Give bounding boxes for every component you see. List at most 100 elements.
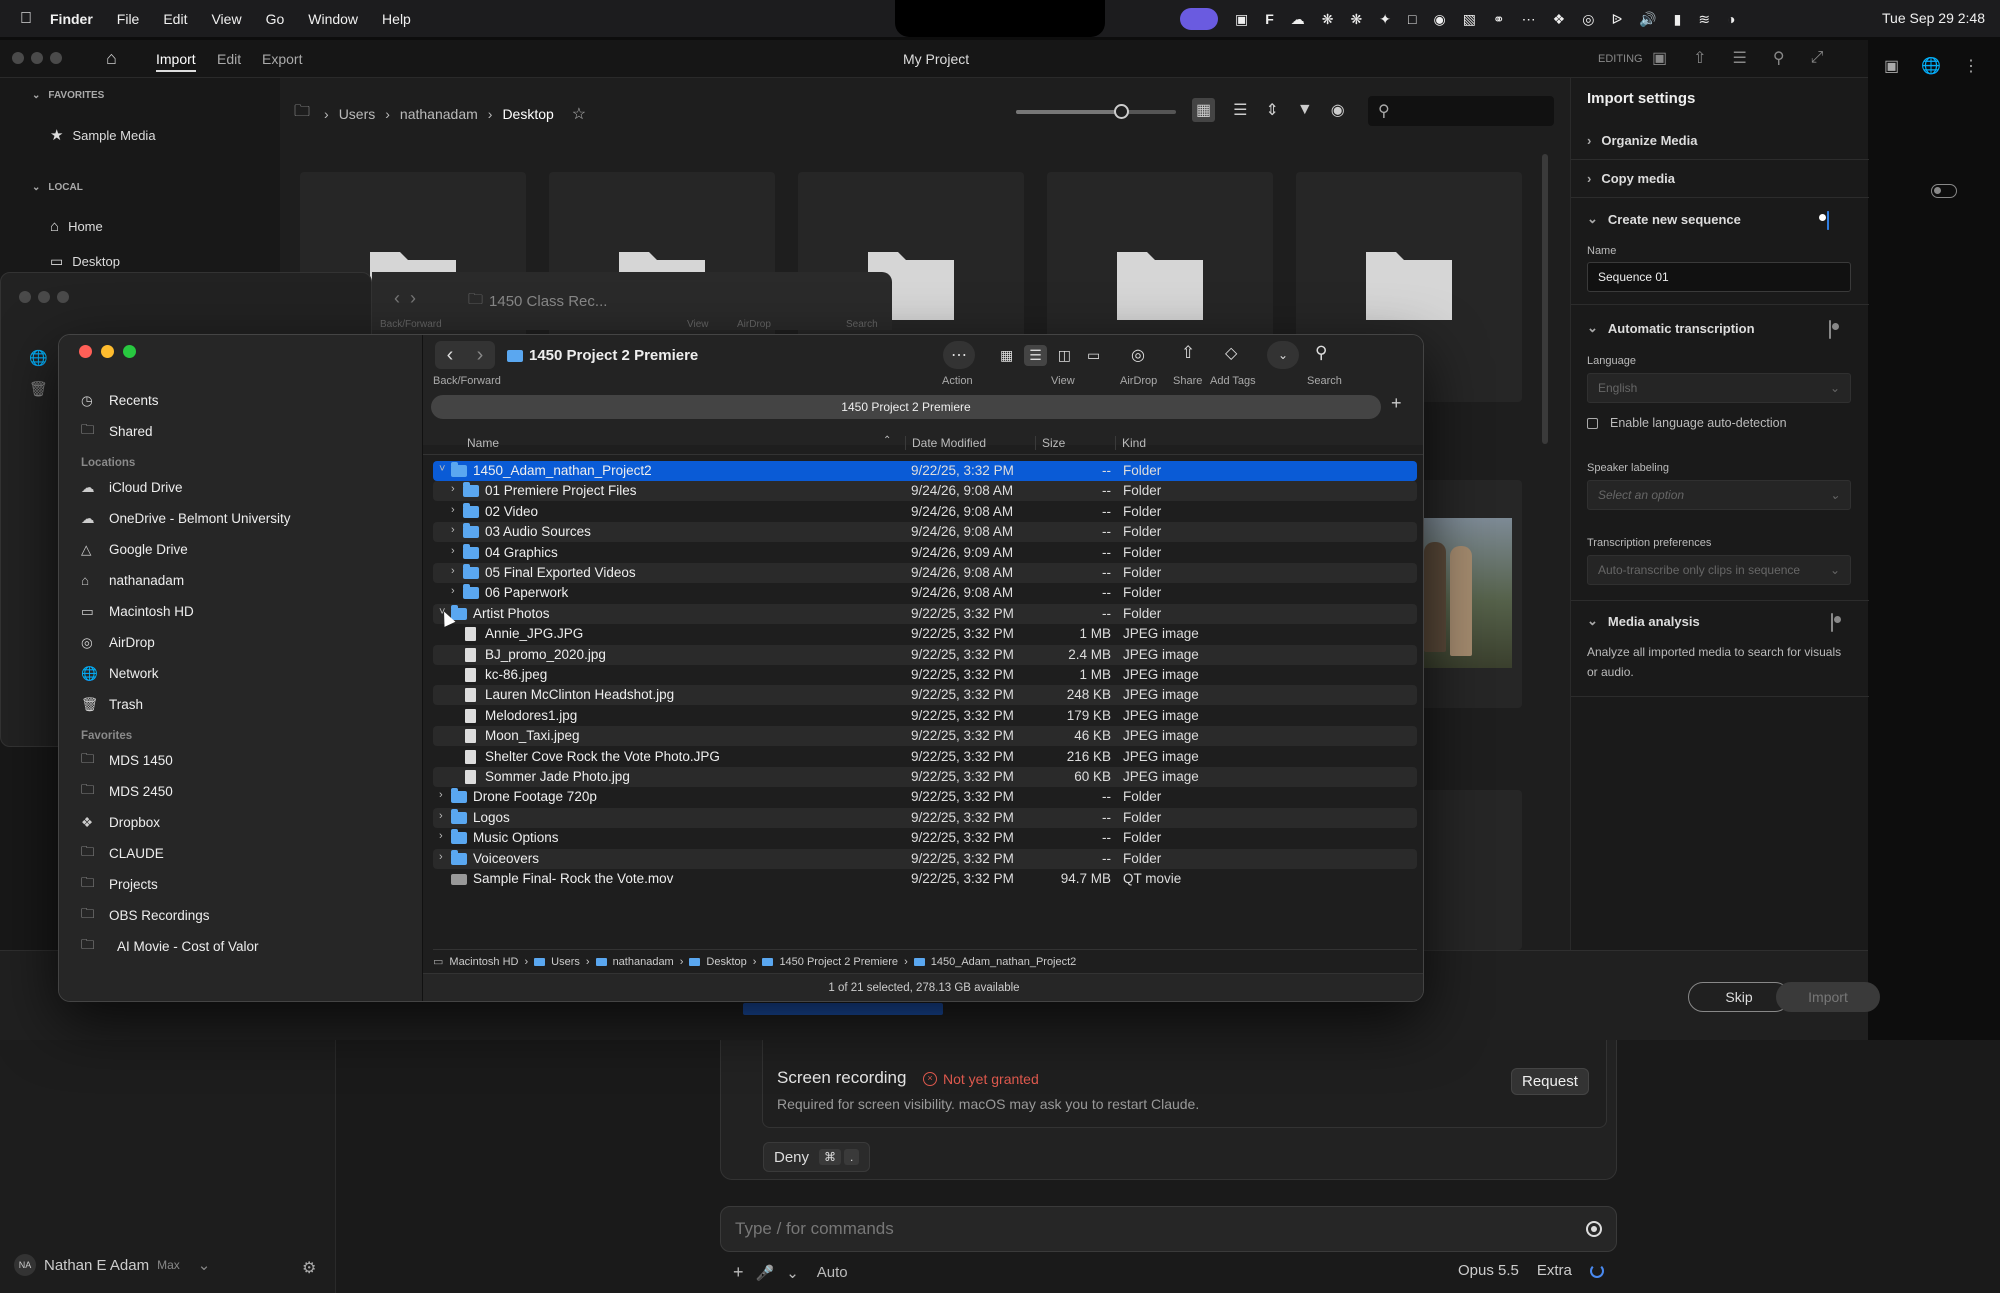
sidebar-item-obs-recordings[interactable]: 🗀 OBS Recordings <box>81 900 411 931</box>
zoom-slider[interactable] <box>1016 104 1176 119</box>
screen-share-icon[interactable] <box>1180 8 1218 30</box>
wifi-icon[interactable]: ≋ <box>1698 11 1710 28</box>
list-view-icon[interactable]: ☰ <box>1024 344 1047 366</box>
grid-view-icon[interactable]: ▦ <box>1192 98 1216 122</box>
column-view-icon[interactable]: ◫ <box>1053 345 1076 366</box>
sidebar-item-dropbox[interactable]: ❖ Dropbox <box>81 807 411 838</box>
table-row[interactable]: › Drone Footage 720p 9/22/25, 3:32 PM -- Fol… <box>433 787 1417 807</box>
sidebar-item-desktop[interactable]: ▭ Desktop <box>50 253 120 270</box>
back-button[interactable]: ‹ <box>435 344 465 367</box>
sidebar-item-home[interactable]: ⌂ Home <box>50 218 103 235</box>
table-row[interactable]: › 01 Premiere Project Files 9/24/26, 9:08 … <box>433 481 1417 502</box>
trans-pref-select[interactable]: Auto-transcribe only clips in sequence ⌄ <box>1587 555 1851 585</box>
chevron-down-icon[interactable]: ⌄ <box>786 1264 799 1282</box>
column-size[interactable]: Size <box>1035 436 1065 450</box>
more-menu-button[interactable]: ⌄ <box>1267 341 1299 369</box>
expand-icon[interactable]: ⤢ <box>1811 49 1824 67</box>
menu-window[interactable]: Window <box>308 11 358 27</box>
menu-edit[interactable]: Edit <box>163 11 187 27</box>
panel-icon[interactable]: ▣ <box>1884 56 1899 76</box>
import-button[interactable]: Import <box>1776 982 1880 1012</box>
create-sequence-toggle[interactable] <box>1827 211 1829 230</box>
sidebar-item-airdrop[interactable]: ◎ AirDrop <box>81 627 411 658</box>
home-icon[interactable]: ⌂ <box>106 48 117 69</box>
icon-view-icon[interactable]: ▦ <box>995 345 1018 366</box>
sidebar-item-shared[interactable]: 🗀 Shared <box>81 416 411 447</box>
sidebar-item-mds-1450[interactable]: 🗀 MDS 1450 <box>81 745 411 776</box>
copy-media-section[interactable]: › Copy media <box>1571 160 1958 198</box>
table-row[interactable]: › 06 Paperwork 9/24/26, 9:08 AM -- Folder <box>433 583 1417 603</box>
deny-button[interactable]: Deny ⌘ . <box>763 1142 871 1172</box>
sidebar-item-trash[interactable]: 🗑 Trash <box>81 689 411 720</box>
filter-icon[interactable]: ▼ <box>1297 101 1313 119</box>
copy-media-toggle[interactable] <box>1931 183 1958 198</box>
speaker-select[interactable]: Select an option ⌄ <box>1587 480 1851 510</box>
path-macintosh-hd[interactable]: Macintosh HD <box>449 956 518 968</box>
sidebar-item-mds-2450[interactable]: 🗀 MDS 2450 <box>81 776 411 807</box>
request-button[interactable]: Request <box>1511 1068 1589 1095</box>
table-row[interactable]: › Voiceovers 9/22/25, 3:32 PM -- Folder <box>433 848 1417 869</box>
column-date[interactable]: Date Modified <box>905 436 986 450</box>
menu-clock[interactable]: Tue Sep 29 2:48 <box>1882 10 1985 26</box>
scrollbar[interactable] <box>1542 154 1548 444</box>
table-row[interactable]: Annie_JPG.JPG 9/22/25, 3:32 PM 1 MB JPEG im… <box>433 624 1417 644</box>
disclosure-collapsed-icon[interactable]: › <box>439 851 443 863</box>
share-icon[interactable]: ⇧ <box>1693 48 1706 68</box>
drive-icon[interactable]: □ <box>1408 11 1416 27</box>
volume-icon[interactable]: 🔊 <box>1639 11 1656 28</box>
close-button[interactable] <box>79 345 92 358</box>
menu-extra-icon[interactable]: ▣ <box>1235 11 1248 28</box>
table-row[interactable]: Melodores1.jpg 9/22/25, 3:32 PM 179 KB JPEG… <box>433 706 1417 726</box>
sequence-name-field[interactable]: Sequence 01 <box>1587 262 1851 292</box>
creative-cloud-icon[interactable]: ⚭ <box>1493 11 1505 28</box>
disclosure-collapsed-icon[interactable]: › <box>451 545 455 557</box>
spark-icon[interactable]: ❋ <box>1322 11 1334 28</box>
table-row[interactable]: ˅ Artist Photos 9/22/25, 3:32 PM -- Folder <box>433 603 1417 624</box>
trash-icon[interactable]: 🗑 <box>29 374 48 405</box>
sidebar-item-home[interactable]: ⌂ nathanadam <box>81 565 411 596</box>
menu-view[interactable]: View <box>211 11 241 27</box>
path-selected-folder[interactable]: 1450_Adam_nathan_Project2 <box>931 956 1077 968</box>
path-project-folder[interactable]: 1450 Project 2 Premiere <box>779 956 898 968</box>
auto-mode[interactable]: Auto <box>817 1264 848 1281</box>
table-row[interactable]: BJ_promo_2020.jpg 9/22/25, 3:32 PM 2.4 MB J… <box>433 644 1417 665</box>
disclosure-expanded-icon[interactable]: ˅ <box>439 463 445 475</box>
dropbox-icon[interactable]: ❖ <box>1553 11 1566 28</box>
local-header[interactable]: ⌄ LOCAL <box>32 182 83 193</box>
search-icon[interactable]: ⚲ <box>1773 48 1785 68</box>
disclosure-collapsed-icon[interactable]: › <box>451 524 455 536</box>
menu-go[interactable]: Go <box>266 11 285 27</box>
search-input[interactable]: ⚲ <box>1368 96 1554 126</box>
airdrop-icon[interactable]: ◎ <box>1131 345 1145 365</box>
create-sequence-section[interactable]: ⌄ Create new sequence <box>1587 211 1741 227</box>
add-tab-icon[interactable]: + <box>1391 393 1402 414</box>
tab-edit[interactable]: Edit <box>217 51 241 67</box>
disclosure-collapsed-icon[interactable]: › <box>451 504 455 516</box>
minimize-button[interactable] <box>31 52 43 64</box>
sidebar-item-icloud[interactable]: ☁ iCloud Drive <box>81 472 411 503</box>
media-analysis-toggle[interactable] <box>1831 613 1833 632</box>
table-row[interactable]: kc-86.jpeg 9/22/25, 3:32 PM 1 MB JPEG image <box>433 665 1417 685</box>
control-center-icon[interactable]: ◑ <box>1727 11 1735 27</box>
breadcrumb-desktop[interactable]: Desktop <box>502 106 553 122</box>
settings-icon[interactable]: ⚙ <box>302 1258 316 1278</box>
sidebar-item-ai-movie[interactable]: 🗀 AI Movie - Cost of Valor <box>81 931 411 962</box>
tab-import[interactable]: Import <box>156 51 196 72</box>
add-icon[interactable]: + <box>733 1262 744 1283</box>
sun-icon[interactable]: ❋ <box>1351 11 1363 28</box>
path-tab[interactable]: 1450 Project 2 Premiere <box>431 395 1381 419</box>
list-icon[interactable]: ☰ <box>1733 48 1747 68</box>
disclosure-collapsed-icon[interactable]: › <box>439 830 443 842</box>
menu-help[interactable]: Help <box>382 11 411 27</box>
breadcrumb-users[interactable]: Users <box>339 106 376 122</box>
sidebar-item-recents[interactable]: ◷ Recents <box>81 385 411 416</box>
chat-input[interactable]: Type / for commands <box>720 1206 1617 1252</box>
minimize-button[interactable] <box>38 291 50 303</box>
table-row[interactable]: › 05 Final Exported Videos 9/24/26, 9:08 A… <box>433 563 1417 583</box>
disclosure-collapsed-icon[interactable]: › <box>439 810 443 822</box>
claude-icon[interactable]: ✦ <box>1379 11 1391 28</box>
table-row[interactable]: Sommer Jade Photo.jpg 9/22/25, 3:32 PM 60 … <box>433 767 1417 787</box>
tag-icon[interactable]: ◇ <box>1225 343 1237 363</box>
table-row[interactable]: › 04 Graphics 9/24/26, 9:09 AM -- Folder <box>433 543 1417 563</box>
star-outline-icon[interactable]: ☆ <box>572 104 586 124</box>
